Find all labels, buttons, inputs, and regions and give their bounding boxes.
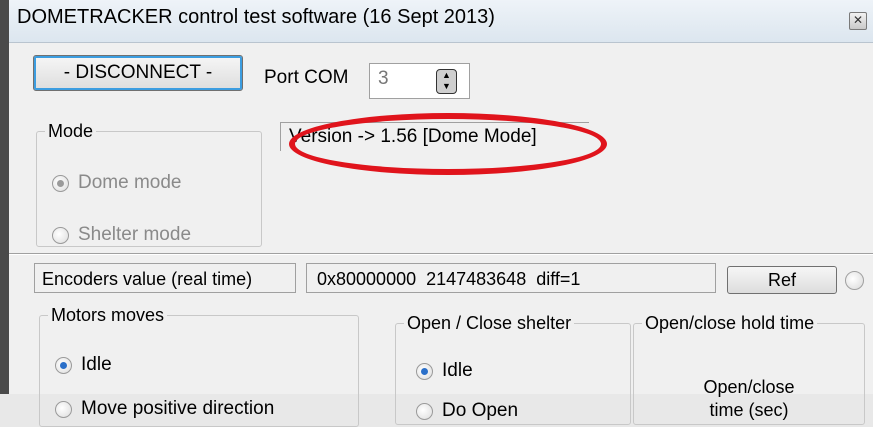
radio-shelter-mode[interactable]: Shelter mode [52, 224, 191, 246]
open-close-shelter-group: Open / Close shelter Idle Do Open [395, 313, 631, 425]
section-divider [9, 253, 873, 255]
main-panel: - DISCONNECT - Port COM 3 ▲ ▼ Mode Dome m… [9, 43, 873, 427]
window-title: DOMETRACKER control test software (16 Se… [17, 6, 495, 28]
hold-time-caption: Open/close time (sec) [634, 376, 864, 422]
ref-indicator-led [845, 271, 864, 290]
radio-motors-idle[interactable]: Idle [55, 354, 112, 376]
radio-shelter-idle-label: Idle [442, 360, 473, 381]
window-left-edge [0, 0, 9, 394]
port-com-spinner[interactable]: 3 ▲ ▼ [369, 63, 470, 99]
radio-shelter-idle-indicator[interactable] [416, 362, 433, 380]
title-bar: DOMETRACKER control test software (16 Se… [9, 0, 873, 43]
mode-legend: Mode [48, 121, 94, 141]
hold-time-line-1: Open/close [703, 377, 795, 397]
spinner-arrows-icon[interactable]: ▲ ▼ [436, 69, 457, 94]
port-com-label: Port COM [264, 67, 349, 88]
disconnect-button[interactable]: - DISCONNECT - [33, 55, 243, 91]
encoders-value: 0x80000000 2147483648 diff=1 [306, 263, 716, 293]
radio-motors-idle-indicator[interactable] [55, 356, 72, 374]
radio-shelter-mode-label: Shelter mode [78, 224, 192, 245]
radio-motors-idle-label: Idle [81, 354, 112, 375]
hold-time-line-2: time (sec) [709, 400, 789, 420]
hold-time-group: Open/close hold time Open/close time (se… [633, 313, 865, 425]
port-com-value[interactable]: 3 [378, 68, 389, 90]
radio-motors-positive[interactable]: Move positive direction [55, 398, 274, 420]
radio-shelter-open[interactable]: Do Open [416, 400, 518, 422]
motors-legend: Motors moves [51, 305, 165, 325]
radio-dome-mode-indicator[interactable] [52, 174, 69, 192]
radio-dome-mode[interactable]: Dome mode [52, 172, 182, 194]
radio-shelter-mode-indicator[interactable] [52, 226, 69, 244]
mode-group: Mode Dome mode Shelter mode [36, 121, 262, 247]
radio-shelter-idle[interactable]: Idle [416, 360, 473, 382]
radio-shelter-open-label: Do Open [442, 400, 519, 421]
encoders-label: Encoders value (real time) [34, 263, 296, 293]
hold-legend: Open/close hold time [645, 313, 815, 333]
motors-moves-group: Motors moves Idle Move positive directio… [39, 305, 359, 427]
radio-dome-mode-label: Dome mode [78, 172, 182, 193]
ref-button[interactable]: Ref [727, 266, 837, 294]
radio-shelter-open-indicator[interactable] [416, 402, 433, 420]
shelter-legend: Open / Close shelter [407, 313, 572, 333]
radio-motors-positive-indicator[interactable] [55, 400, 72, 418]
radio-motors-positive-label: Move positive direction [81, 398, 275, 419]
red-highlight-ellipse [289, 113, 607, 175]
close-icon[interactable]: ✕ [849, 12, 867, 30]
